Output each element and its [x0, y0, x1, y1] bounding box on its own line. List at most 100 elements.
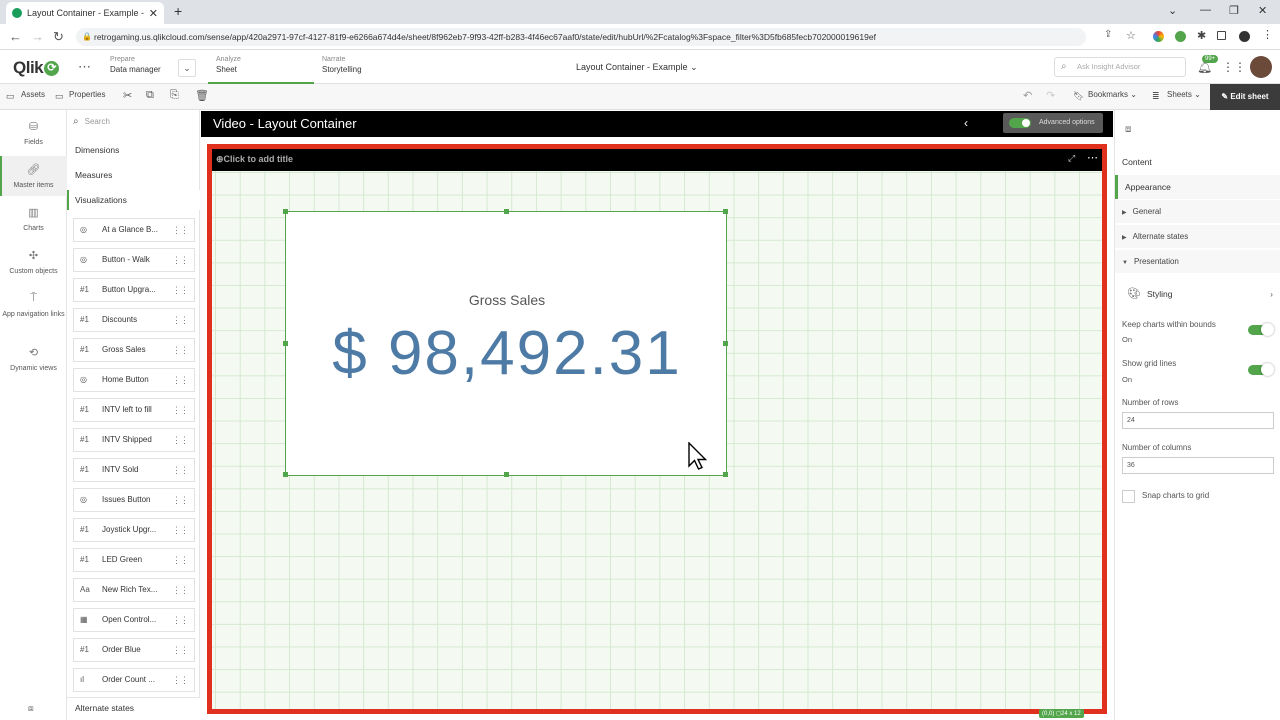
drag-handle-icon[interactable]: ⋮⋮	[172, 489, 189, 511]
share-icon[interactable]: ⇪	[1104, 29, 1112, 40]
bookmark-star-icon[interactable]: ☆	[1126, 29, 1136, 42]
restore-icon[interactable]: ❐	[1229, 4, 1239, 17]
rail-fields[interactable]: ⛁ Fields	[0, 120, 67, 146]
app-title[interactable]: Layout Container - Example ⌄	[576, 62, 698, 73]
tab-content[interactable]: Content	[1115, 150, 1280, 174]
rows-input[interactable]: 24	[1122, 412, 1274, 429]
chevron-left-icon[interactable]: ‹	[964, 116, 968, 130]
resize-handle[interactable]	[504, 472, 509, 477]
avatar[interactable]	[1250, 56, 1272, 78]
drag-handle-icon[interactable]: ⋮⋮	[172, 609, 189, 631]
styling-button[interactable]: 🎨︎ Styling ›	[1115, 281, 1280, 307]
tab-close-icon[interactable]: ✕	[149, 7, 158, 20]
master-item[interactable]: #1 INTV Shipped ⋮⋮	[73, 428, 195, 452]
expand-icon[interactable]: ⤢	[1068, 153, 1075, 164]
resize-handle[interactable]	[283, 341, 288, 346]
window-close-icon[interactable]: ✕	[1258, 4, 1267, 17]
sidebar-toggle-icon[interactable]	[1217, 31, 1226, 40]
extension-green-icon[interactable]	[1175, 31, 1186, 42]
new-tab-button[interactable]: +	[174, 3, 182, 19]
prepare-dropdown-icon[interactable]: ⌄	[178, 59, 196, 77]
drag-handle-icon[interactable]: ⋮⋮	[172, 279, 189, 301]
back-icon[interactable]: ←	[9, 29, 22, 44]
resize-handle[interactable]	[723, 341, 728, 346]
qlik-logo[interactable]: Qlik ⟳	[13, 58, 60, 78]
drag-handle-icon[interactable]: ⋮⋮	[172, 459, 189, 481]
tab-appearance[interactable]: Appearance	[1115, 175, 1280, 199]
copy-icon[interactable]: ⧉	[146, 89, 154, 102]
master-item[interactable]: #1 Discounts ⋮⋮	[73, 308, 195, 332]
edit-sheet-button[interactable]: ✎ Edit sheet	[1210, 84, 1280, 110]
tab-search-icon[interactable]: ⌄	[1168, 4, 1177, 17]
drag-handle-icon[interactable]: ⋮⋮	[172, 579, 189, 601]
resize-handle[interactable]	[723, 472, 728, 477]
drag-handle-icon[interactable]: ⋮⋮	[172, 339, 189, 361]
alternate-states-footer[interactable]: Alternate states	[67, 697, 200, 720]
snap-to-grid-checkbox[interactable]	[1122, 490, 1135, 503]
kpi-object[interactable]: Gross Sales $ 98,492.31	[283, 209, 728, 477]
drag-handle-icon[interactable]: ⋮⋮	[172, 399, 189, 421]
master-item[interactable]: #1 Button Upgra... ⋮⋮	[73, 278, 195, 302]
drag-handle-icon[interactable]: ⋮⋮	[172, 639, 189, 661]
master-item[interactable]: #1 INTV Sold ⋮⋮	[73, 458, 195, 482]
drag-handle-icon[interactable]: ⋮⋮	[172, 219, 189, 241]
drag-handle-icon[interactable]: ⋮⋮	[172, 519, 189, 541]
rail-dynamic-views[interactable]: ⟲ Dynamic views	[0, 346, 67, 372]
sheet-title[interactable]: Video - Layout Container	[213, 116, 357, 131]
assets-button[interactable]: Assets	[21, 90, 45, 99]
properties-button[interactable]: Properties	[69, 90, 105, 99]
browser-tab[interactable]: Layout Container - Example - Vi ✕	[6, 2, 164, 24]
extension-color-icon[interactable]	[1153, 31, 1164, 42]
master-item[interactable]: #1 Joystick Upgr... ⋮⋮	[73, 518, 195, 542]
undo-icon[interactable]: ↶	[1023, 89, 1032, 102]
rail-charts[interactable]: ▥ Charts	[0, 206, 67, 232]
more-options-icon[interactable]: ⋯	[1087, 151, 1098, 164]
resize-handle[interactable]	[723, 209, 728, 214]
category-measures[interactable]: Measures	[75, 170, 112, 180]
sheets-button[interactable]: Sheets ⌄	[1167, 90, 1201, 99]
drag-handle-icon[interactable]: ⋮⋮	[172, 309, 189, 331]
nav-analyze[interactable]: Analyze Sheet	[208, 56, 314, 84]
url-field[interactable]: 🔒 retrogaming.us.qlikcloud.com/sense/app…	[76, 28, 1086, 46]
rail-app-navigation[interactable]: ⍑ App navigation links	[0, 292, 67, 318]
minimize-icon[interactable]: —	[1200, 4, 1211, 16]
section-alternate-states[interactable]: ▶ Alternate states	[1115, 225, 1280, 249]
master-item[interactable]: ◎ Button - Walk ⋮⋮	[73, 248, 195, 272]
rail-custom-objects[interactable]: ✣ Custom objects	[0, 249, 67, 275]
profile-icon[interactable]	[1239, 31, 1250, 42]
drag-handle-icon[interactable]: ⋮⋮	[172, 369, 189, 391]
drag-handle-icon[interactable]: ⋮⋮	[172, 549, 189, 571]
master-item[interactable]: Aa New Rich Tex... ⋮⋮	[73, 578, 195, 602]
extensions-puzzle-icon[interactable]: ✱	[1197, 29, 1208, 42]
resize-handle[interactable]	[283, 209, 288, 214]
advanced-options-toggle[interactable]: Advanced options	[1003, 113, 1103, 133]
redo-icon[interactable]: ↷	[1046, 89, 1055, 102]
bookmarks-button[interactable]: Bookmarks ⌄	[1088, 90, 1137, 99]
insight-advisor-search[interactable]: ⌕ Ask Insight Advisor	[1054, 57, 1186, 77]
master-item[interactable]: ▦ Open Control... ⋮⋮	[73, 608, 195, 632]
drag-handle-icon[interactable]: ⋮⋮	[172, 669, 189, 691]
category-visualizations[interactable]: Visualizations	[67, 190, 200, 210]
category-dimensions[interactable]: Dimensions	[75, 145, 119, 155]
forward-icon[interactable]: →	[31, 29, 44, 44]
global-menu-icon[interactable]: ⋯	[78, 59, 91, 75]
keep-within-bounds-toggle[interactable]	[1248, 323, 1274, 336]
drag-handle-icon[interactable]: ⋮⋮	[172, 429, 189, 451]
master-item[interactable]: #1 Order Blue ⋮⋮	[73, 638, 195, 662]
reload-icon[interactable]: ↻	[53, 29, 64, 45]
nav-narrate[interactable]: Narrate Storytelling	[322, 56, 420, 84]
master-item[interactable]: ◎ Home Button ⋮⋮	[73, 368, 195, 392]
drag-handle-icon[interactable]: ⋮⋮	[172, 249, 189, 271]
container-title[interactable]: ⊕Click to add title	[216, 154, 293, 165]
show-grid-toggle[interactable]	[1248, 363, 1274, 376]
master-item[interactable]: ıl Order Count ... ⋮⋮	[73, 668, 195, 692]
master-item[interactable]: #1 INTV left to fill ⋮⋮	[73, 398, 195, 422]
browser-menu-icon[interactable]: ⋮	[1262, 28, 1273, 41]
rail-master-items[interactable]: 🔗︎ Master items	[0, 163, 67, 189]
section-general[interactable]: ▶ General	[1115, 200, 1280, 224]
master-item[interactable]: #1 Gross Sales ⋮⋮	[73, 338, 195, 362]
resize-handle[interactable]	[283, 472, 288, 477]
resize-handle[interactable]	[504, 209, 509, 214]
columns-input[interactable]: 36	[1122, 457, 1274, 474]
master-item[interactable]: ◎ Issues Button ⋮⋮	[73, 488, 195, 512]
